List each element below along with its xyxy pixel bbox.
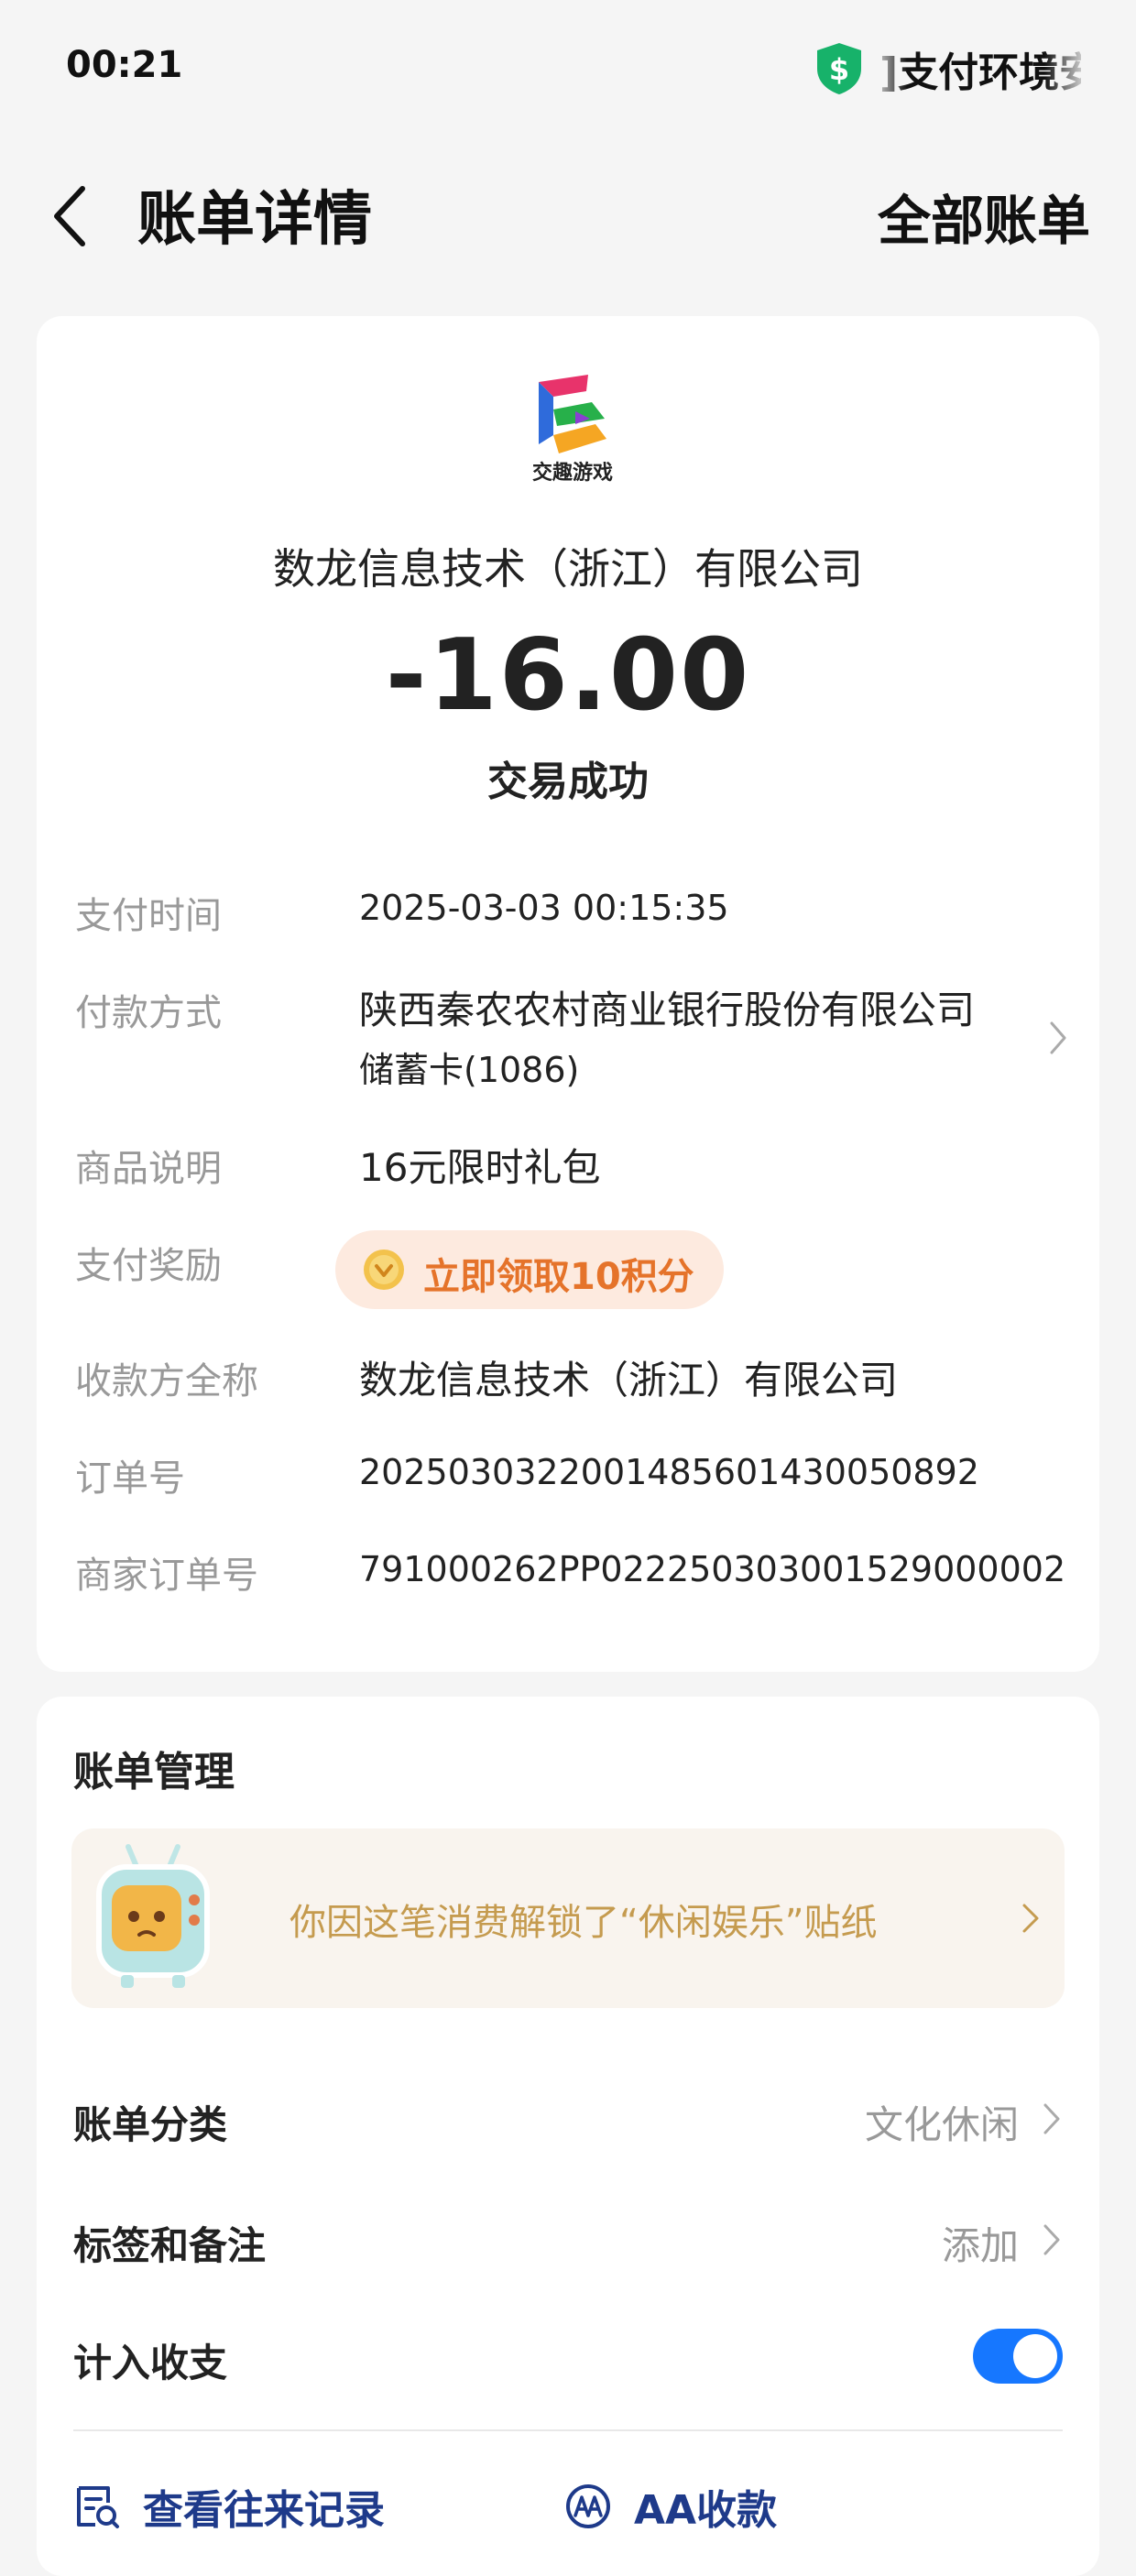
- svg-text:$: $: [829, 52, 849, 87]
- bill-manage-card: 账单管理 你因这笔消费解锁了“休闲娱乐”贴纸 账单分类 文化休闲 标签和备注 添…: [37, 1697, 1099, 2576]
- security-text: ]支付环境安全: [879, 49, 1081, 96]
- category-value: 文化休闲: [864, 2102, 1019, 2147]
- chevron-right-icon[interactable]: [1044, 1018, 1072, 1058]
- count-toggle[interactable]: [973, 2329, 1063, 2384]
- toggle-knob: [1013, 2334, 1057, 2378]
- merchant-logo-text: 交趣游戏: [532, 461, 613, 485]
- pay-time-label: 支付时间: [75, 895, 222, 937]
- view-history-button[interactable]: 查看往来记录: [73, 2470, 385, 2543]
- count-in-balance-row: 计入收支: [37, 2305, 1099, 2406]
- payee-value: 数龙信息技术（浙江）有限公司: [359, 1358, 899, 1403]
- status-bar: 00:21 $ ]支付环境安全: [0, 0, 1136, 128]
- claim-points-button[interactable]: 立即领取10积分: [335, 1230, 724, 1309]
- back-arrow-icon[interactable]: [44, 180, 99, 253]
- aa-icon: [566, 2484, 610, 2528]
- status-time: 00:21: [66, 44, 183, 86]
- aa-collect-button[interactable]: AA收款: [564, 2470, 777, 2543]
- merchant-name: 数龙信息技术（浙江）有限公司: [273, 544, 863, 594]
- pay-method-bank[interactable]: 陕西秦农农村商业银行股份有限公司: [359, 979, 975, 1035]
- reward-label: 支付奖励: [75, 1245, 222, 1287]
- tags-notes-row[interactable]: 标签和备注 添加: [37, 2188, 1099, 2288]
- pay-method-card[interactable]: 储蓄卡(1086): [359, 1042, 579, 1092]
- chevron-right-icon: [1043, 2103, 1060, 2134]
- tags-label: 标签和备注: [73, 2223, 267, 2268]
- coin-icon: [364, 1250, 404, 1290]
- order-number[interactable]: 2025030322001485601430050892: [359, 1452, 979, 1492]
- merchant-logo: 交趣游戏: [532, 375, 613, 485]
- bill-category-row[interactable]: 账单分类 文化休闲: [37, 2067, 1099, 2167]
- transaction-amount: -16.00: [385, 618, 751, 733]
- count-label: 计入收支: [73, 2341, 228, 2385]
- merchant-order-number[interactable]: 791000262PP022250303001529000002: [359, 1549, 1065, 1589]
- view-history-label: 查看往来记录: [143, 2487, 385, 2534]
- claim-points-label: 立即领取10积分: [423, 1256, 694, 1298]
- tv-sticker-icon: [96, 1844, 210, 1988]
- goods-label: 商品说明: [75, 1148, 222, 1190]
- merchant-order-label: 商家订单号: [75, 1555, 258, 1597]
- pay-time-value: 2025-03-03 00:15:35: [359, 888, 729, 928]
- transaction-status: 交易成功: [487, 759, 649, 805]
- nav-bar: 账单详情 全部账单: [0, 147, 1136, 275]
- page-title: 账单详情: [137, 186, 372, 254]
- section-title: 账单管理: [73, 1749, 235, 1796]
- sticker-message: 你因这笔消费解锁了“休闲娱乐”贴纸: [289, 1902, 878, 1944]
- search-list-icon: [77, 2486, 119, 2528]
- divider: [73, 2429, 1063, 2431]
- shield-dollar-icon: $: [817, 43, 861, 94]
- aa-collect-label: AA收款: [634, 2487, 778, 2534]
- bill-detail-card: 交趣游戏 数龙信息技术（浙江）有限公司 -16.00 交易成功 支付时间 202…: [37, 316, 1099, 1672]
- all-bills-link[interactable]: 全部账单: [878, 178, 1090, 255]
- goods-value: 16元限时礼包: [359, 1145, 601, 1190]
- sticker-banner[interactable]: 你因这笔消费解锁了“休闲娱乐”贴纸: [71, 1828, 1065, 2008]
- payee-label: 收款方全称: [75, 1360, 258, 1403]
- order-label: 订单号: [75, 1457, 185, 1500]
- category-label: 账单分类: [73, 2102, 228, 2147]
- security-indicator: $ ]支付环境安全: [814, 37, 1081, 101]
- tags-value: 添加: [941, 2223, 1019, 2268]
- chevron-right-icon: [1022, 1904, 1039, 1933]
- pay-method-label: 付款方式: [75, 992, 222, 1034]
- chevron-right-icon: [1043, 2224, 1060, 2255]
